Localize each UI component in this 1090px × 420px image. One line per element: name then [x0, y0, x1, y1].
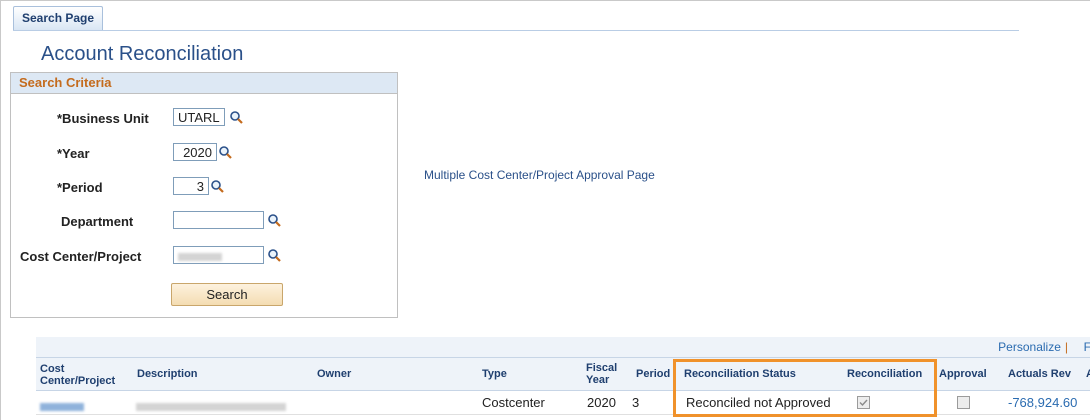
approval-checkbox[interactable]: [957, 396, 970, 409]
cell-type: Costcenter: [482, 395, 545, 410]
col-fiscal-year[interactable]: Fiscal Year: [586, 362, 617, 386]
period-input[interactable]: 3: [173, 177, 209, 195]
col-fiscal-year-line2: Year: [586, 374, 610, 386]
business-unit-label: *Business Unit: [57, 111, 149, 126]
tab-strip: Search Page: [13, 6, 1019, 31]
period-label: *Period: [57, 180, 103, 195]
multiple-approval-link[interactable]: Multiple Cost Center/Project Approval Pa…: [424, 168, 655, 182]
cost-center-label: Cost Center/Project: [20, 249, 142, 264]
col-period[interactable]: Period: [636, 368, 670, 380]
cell-fiscal-year: 2020: [587, 395, 616, 410]
year-label: *Year: [57, 146, 90, 161]
year-input[interactable]: 2020: [173, 143, 217, 161]
department-lookup-icon[interactable]: [267, 213, 281, 227]
search-button[interactable]: Search: [171, 283, 283, 306]
business-unit-input[interactable]: UTARL: [173, 108, 225, 126]
tab-search-page[interactable]: Search Page: [13, 6, 104, 30]
cost-center-input[interactable]: [173, 246, 264, 264]
grid-toolbar-links: Personalize |: [998, 340, 1072, 354]
redacted-value: [136, 402, 286, 411]
col-description[interactable]: Description: [137, 368, 198, 380]
page-title: Account Reconciliation: [41, 43, 244, 65]
col-owner[interactable]: Owner: [317, 368, 351, 380]
separator: |: [1064, 340, 1068, 354]
department-label: Department: [61, 214, 134, 229]
col-fiscal-year-line1: Fiscal: [586, 362, 618, 374]
grid-toolbar: Personalize | F: [36, 337, 1090, 358]
personalize-link[interactable]: Personalize: [998, 340, 1061, 354]
year-lookup-icon[interactable]: [218, 145, 232, 159]
redacted-value: [40, 402, 84, 411]
department-input[interactable]: [173, 211, 264, 229]
business-unit-lookup-icon[interactable]: [229, 110, 243, 124]
col-actuals-rev[interactable]: Actuals Rev: [1008, 368, 1071, 380]
cell-cost-center-link[interactable]: [40, 398, 84, 413]
cell-actuals-rev: -768,924.60: [1008, 395, 1078, 410]
grid-trailing-link[interactable]: F: [1084, 340, 1090, 354]
col-type[interactable]: Type: [482, 368, 507, 380]
col-next[interactable]: A: [1086, 368, 1090, 380]
page-frame: Search Page Account Reconciliation Searc…: [0, 0, 1090, 420]
redacted-value: [178, 252, 222, 261]
search-criteria-header: Search Criteria: [11, 73, 397, 94]
cell-period: 3: [632, 395, 640, 410]
col-approval[interactable]: Approval: [939, 368, 987, 380]
col-cost-center-line2: Center/Project: [40, 375, 116, 387]
highlight-box: [673, 359, 937, 417]
cost-center-lookup-icon[interactable]: [267, 248, 281, 262]
col-cost-center-line1: Cost: [40, 363, 65, 375]
col-cost-center[interactable]: Cost Center/Project: [40, 363, 115, 387]
period-lookup-icon[interactable]: [210, 179, 224, 193]
cell-description: [136, 398, 286, 413]
